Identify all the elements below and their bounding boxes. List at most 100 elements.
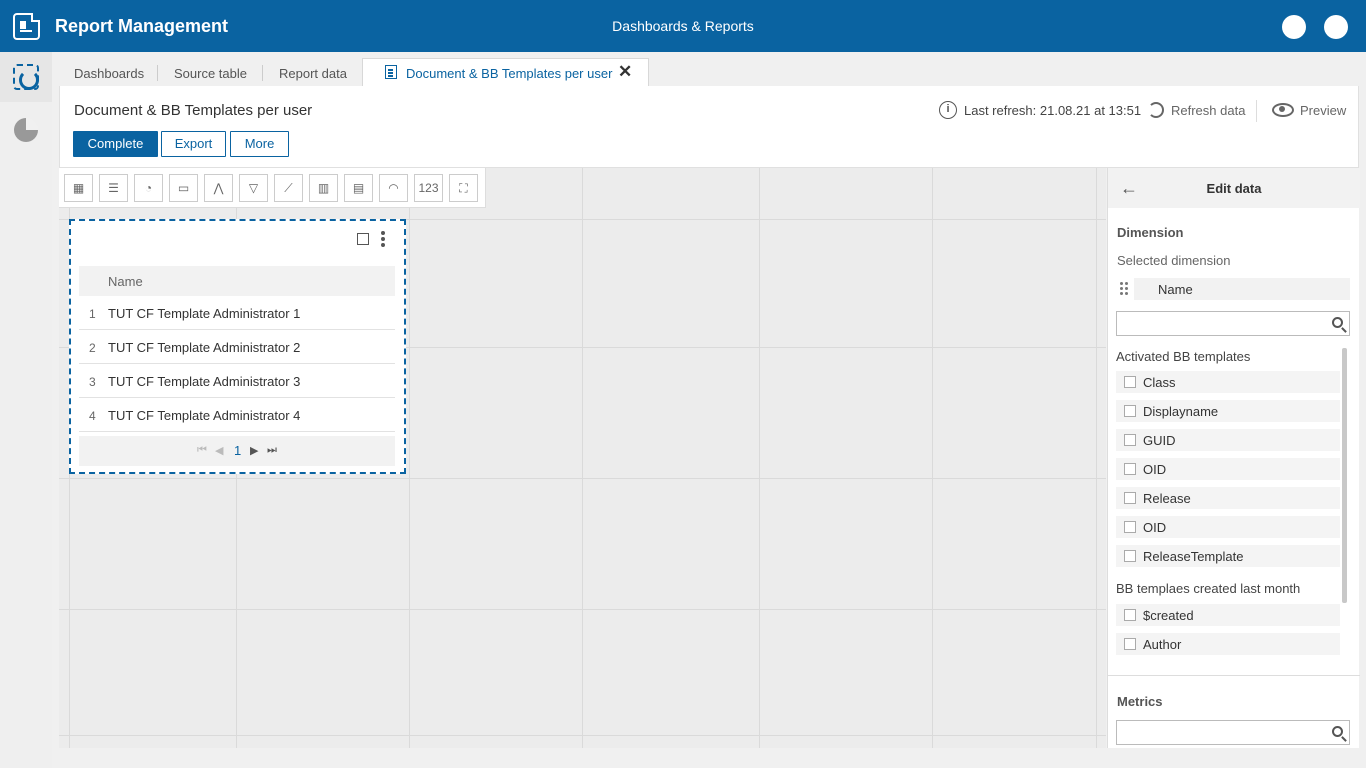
open-external-icon[interactable] bbox=[357, 233, 369, 245]
selected-dimension-value: Name bbox=[1158, 282, 1193, 297]
table-row[interactable]: 3 TUT CF Template Administrator 3 bbox=[79, 364, 395, 398]
dimension-list[interactable]: Activated BB templates Class Displayname… bbox=[1116, 346, 1352, 660]
more-vertical-icon[interactable] bbox=[381, 231, 385, 247]
selected-dimension-chip[interactable]: Name bbox=[1134, 278, 1350, 300]
item-label: Class bbox=[1143, 375, 1176, 390]
divider bbox=[1108, 675, 1360, 676]
table-row[interactable]: 4 TUT CF Template Administrator 4 bbox=[79, 398, 395, 432]
pie-chart-icon[interactable] bbox=[14, 118, 38, 142]
checkbox[interactable] bbox=[1124, 609, 1136, 621]
list-item[interactable]: GUID bbox=[1116, 429, 1340, 451]
rail-item-dashboard-editor[interactable] bbox=[0, 52, 52, 102]
list-item[interactable]: Author bbox=[1116, 633, 1340, 655]
column-header-name[interactable]: Name bbox=[108, 274, 143, 289]
table-widget[interactable]: Name 1 TUT CF Template Administrator 1 2… bbox=[69, 219, 406, 474]
tab-label: Document & BB Templates per user bbox=[406, 66, 613, 81]
table-row[interactable]: 1 TUT CF Template Administrator 1 bbox=[79, 296, 395, 330]
gauge-icon[interactable]: ◠ bbox=[379, 174, 408, 202]
item-label: OID bbox=[1143, 520, 1167, 535]
user-avatar-icon[interactable] bbox=[1282, 15, 1306, 39]
funnel-icon[interactable]: ▽ bbox=[239, 174, 268, 202]
checkbox[interactable] bbox=[1124, 376, 1136, 388]
dimension-search-input[interactable] bbox=[1116, 311, 1350, 336]
table-icon[interactable]: ▦ bbox=[64, 174, 93, 202]
grid-line bbox=[409, 168, 410, 748]
dashboard-canvas[interactable]: ▦ ☰ ◔ ▭ ⋀ ▽ ⟋ ▥ ▤ ◠ 123 ⛶ Name 1 TUT CF … bbox=[59, 168, 1106, 748]
checkbox[interactable] bbox=[1124, 638, 1136, 650]
pie-chart-icon[interactable]: ◔ bbox=[134, 174, 163, 202]
pagination: ⏮ ◀ 1 ▶ ⏭ bbox=[79, 436, 395, 466]
next-page-icon[interactable]: ▶ bbox=[250, 444, 258, 457]
app-header: Report Management Dashboards & Reports bbox=[0, 0, 1366, 52]
grid-line bbox=[59, 735, 1106, 736]
bar-chart-icon[interactable]: ▥ bbox=[309, 174, 338, 202]
line-chart-icon[interactable]: ⟋ bbox=[274, 174, 303, 202]
selected-dimension-label: Selected dimension bbox=[1117, 253, 1231, 268]
report-title: Document & BB Templates per user bbox=[74, 102, 313, 119]
grid-line bbox=[1096, 168, 1097, 748]
number-icon[interactable]: 123 bbox=[414, 174, 443, 202]
list-item[interactable]: Release bbox=[1116, 487, 1340, 509]
checkbox[interactable] bbox=[1124, 550, 1136, 562]
list-item[interactable]: OID bbox=[1116, 458, 1340, 480]
group-label: Activated BB templates bbox=[1116, 349, 1251, 364]
calendar-icon[interactable]: ▭ bbox=[169, 174, 198, 202]
export-button[interactable]: Export bbox=[161, 131, 226, 157]
search-icon bbox=[1332, 726, 1343, 737]
grid-line bbox=[582, 168, 583, 748]
report-header: Document & BB Templates per user Complet… bbox=[59, 86, 1359, 168]
menu-avatar-icon[interactable] bbox=[1324, 15, 1348, 39]
checkbox[interactable] bbox=[1124, 521, 1136, 533]
tab-report-data[interactable]: Report data bbox=[279, 66, 347, 81]
table-row[interactable]: 2 TUT CF Template Administrator 2 bbox=[79, 330, 395, 364]
list-item[interactable]: ReleaseTemplate bbox=[1116, 545, 1340, 567]
tab-source-table[interactable]: Source table bbox=[174, 66, 247, 81]
preview-button[interactable]: Preview bbox=[1300, 103, 1346, 118]
left-rail bbox=[0, 52, 52, 768]
checkbox[interactable] bbox=[1124, 463, 1136, 475]
edit-data-panel: ← Edit data Dimension Selected dimension… bbox=[1107, 168, 1360, 748]
document-icon bbox=[385, 65, 397, 79]
more-button[interactable]: More bbox=[230, 131, 289, 157]
grid-line bbox=[759, 168, 760, 748]
list-item[interactable]: $created bbox=[1116, 604, 1340, 626]
row-index: 1 bbox=[89, 307, 96, 321]
close-icon[interactable]: ✕ bbox=[618, 62, 632, 82]
row-index: 2 bbox=[89, 341, 96, 355]
item-label: Release bbox=[1143, 491, 1191, 506]
item-label: Author bbox=[1143, 637, 1182, 652]
refresh-data-button[interactable]: Refresh data bbox=[1171, 103, 1245, 118]
tab-divider bbox=[157, 65, 158, 81]
metrics-search-input[interactable] bbox=[1116, 720, 1350, 745]
current-page[interactable]: 1 bbox=[234, 443, 241, 458]
checkbox[interactable] bbox=[1124, 492, 1136, 504]
row-value: TUT CF Template Administrator 2 bbox=[108, 340, 301, 355]
tab-dashboards[interactable]: Dashboards bbox=[74, 66, 144, 81]
checkbox[interactable] bbox=[1124, 434, 1136, 446]
area-chart-icon[interactable]: ⋀ bbox=[204, 174, 233, 202]
image-icon[interactable]: ⛶ bbox=[449, 174, 478, 202]
row-value: TUT CF Template Administrator 3 bbox=[108, 374, 301, 389]
tab-document-bb-templates[interactable]: Document & BB Templates per user ✕ bbox=[362, 58, 649, 87]
prev-page-icon[interactable]: ◀ bbox=[215, 444, 223, 457]
drag-handle-icon[interactable] bbox=[1120, 282, 1128, 296]
eye-icon[interactable] bbox=[1272, 103, 1294, 117]
stacked-bar-icon[interactable]: ▤ bbox=[344, 174, 373, 202]
list-icon[interactable]: ☰ bbox=[99, 174, 128, 202]
grid-line bbox=[59, 609, 1106, 610]
panel-header: ← Edit data bbox=[1108, 168, 1360, 208]
grid-line bbox=[59, 478, 1106, 479]
list-scrollbar[interactable] bbox=[1342, 348, 1347, 603]
dashboard-editor-icon bbox=[13, 64, 39, 90]
last-page-icon[interactable]: ⏭ bbox=[267, 444, 277, 457]
refresh-icon[interactable] bbox=[1148, 102, 1164, 118]
list-item[interactable]: Displayname bbox=[1116, 400, 1340, 422]
complete-button[interactable]: Complete bbox=[73, 131, 158, 157]
list-item[interactable]: OID bbox=[1116, 516, 1340, 538]
item-label: $created bbox=[1143, 608, 1194, 623]
first-page-icon[interactable]: ⏮ bbox=[197, 444, 207, 457]
divider bbox=[1256, 100, 1257, 122]
grid-line bbox=[932, 168, 933, 748]
checkbox[interactable] bbox=[1124, 405, 1136, 417]
list-item[interactable]: Class bbox=[1116, 371, 1340, 393]
